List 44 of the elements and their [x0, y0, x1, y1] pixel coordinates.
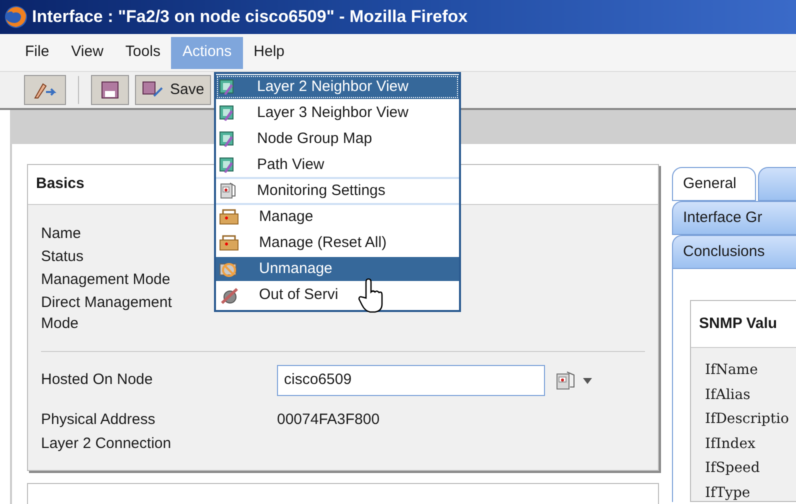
- field-label: IfIndex: [705, 434, 756, 454]
- field-label: Management Mode: [41, 270, 172, 290]
- no-entry-icon: [219, 260, 239, 278]
- node-field[interactable]: cisco6509: [277, 364, 545, 396]
- toolbox-icon: [219, 234, 239, 252]
- tab[interactable]: Interface Gr: [672, 201, 796, 235]
- menu-item[interactable]: Tools: [114, 36, 172, 68]
- menu-item[interactable]: Layer 2 Neighbor View: [216, 75, 459, 99]
- menu-item[interactable]: Help: [242, 36, 296, 68]
- field-label: IfAlias: [705, 386, 750, 404]
- caret-icon[interactable]: [583, 378, 592, 384]
- wrench-icon: [219, 286, 239, 304]
- field-value: 00074FA3F800: [277, 410, 380, 430]
- field-label: Layer 2 Connection: [41, 434, 172, 454]
- menu-item[interactable]: File: [14, 36, 60, 68]
- menu-item[interactable]: Unmanage: [216, 257, 459, 281]
- document-icon[interactable]: [555, 370, 577, 392]
- menu-item[interactable]: View: [60, 36, 114, 68]
- menu-item[interactable]: Layer 3 Neighbor View: [216, 101, 459, 125]
- field-label: Physical Address: [41, 410, 156, 430]
- field-label: Name: [41, 224, 82, 244]
- tab[interactable]: Conclusions: [672, 235, 796, 269]
- menu-item[interactable]: Monitoring Settings: [216, 179, 459, 203]
- menu-item[interactable]: Path View: [216, 153, 459, 177]
- browser-logo-icon: [4, 5, 28, 29]
- save-as-button[interactable]: [91, 75, 129, 105]
- panel-title: Basics: [36, 174, 84, 194]
- menu-item[interactable]: Manage (Reset All): [216, 231, 459, 255]
- field-label: IfName: [705, 361, 758, 380]
- field-label: Direct Management Mode: [41, 293, 173, 334]
- menu-item[interactable]: Node Group Map: [216, 127, 459, 151]
- field-label: Hosted On Node: [41, 370, 154, 390]
- field-label: IfSpeed: [705, 459, 760, 478]
- panel-title: SNMP Valu: [699, 314, 778, 334]
- tab[interactable]: General: [672, 167, 756, 201]
- field-label: IfDescriptio: [705, 410, 789, 429]
- field-label: IfType: [705, 484, 750, 502]
- window-title: Interface : "Fa2/3 on node cisco6509" - Mozilla Firefox: [32, 6, 468, 28]
- save-button[interactable]: Save: [135, 75, 212, 105]
- edit-button[interactable]: [24, 75, 66, 105]
- toolbox-icon: [219, 208, 239, 226]
- menu-item[interactable]: Manage: [216, 205, 459, 229]
- document-icon: [219, 182, 237, 200]
- field-label: Status: [41, 247, 85, 267]
